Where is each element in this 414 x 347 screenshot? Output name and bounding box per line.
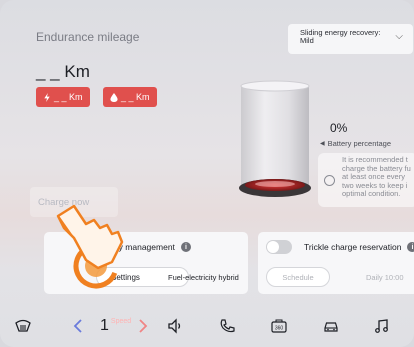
speed-decrease-button[interactable]: [70, 316, 88, 336]
app-screen: Endurance mileage _ _ Km _ _ Km _ _ Km S…: [0, 0, 414, 347]
info-icon[interactable]: i: [180, 242, 191, 252]
caret-left-icon: ◀: [320, 141, 325, 147]
speaker-icon: [168, 318, 181, 334]
heart-icon: [324, 175, 335, 186]
electric-range-label: _ _ Km: [54, 92, 83, 102]
fuel-range-badge: _ _ Km: [103, 87, 157, 107]
schedule-time: Daily 10:00: [366, 273, 404, 282]
tip-line: optimal condition.: [342, 189, 401, 198]
svg-text:360: 360: [275, 326, 284, 332]
info-icon[interactable]: i: [407, 242, 414, 252]
bottom-nav-bar: 1 Speed 360: [0, 304, 414, 347]
volume-button[interactable]: [166, 316, 184, 336]
battery-percent-caption: ◀ Battery percentage: [320, 139, 391, 148]
phone-icon: [220, 319, 235, 333]
fuel-range-label: _ _ Km: [121, 92, 150, 102]
chevron-right-icon: [139, 319, 148, 333]
mileage-value: _ _ Km: [36, 62, 90, 81]
fuel-drop-icon: [110, 92, 118, 102]
speed-increase-button[interactable]: [134, 316, 152, 336]
battery-percent-label: Battery percentage: [327, 139, 391, 148]
trickle-charge-title-row: Trickle charge reservation i: [304, 242, 414, 252]
defrost-button[interactable]: [14, 316, 32, 336]
phone-button[interactable]: [218, 316, 236, 336]
camera-360-icon: 360: [271, 319, 287, 333]
energy-recovery-dropdown[interactable]: Sliding energy recovery: Mild ⌵: [288, 24, 413, 54]
camera-360-button[interactable]: 360: [270, 316, 288, 336]
music-note-icon: [375, 319, 388, 333]
speed-label: Speed: [110, 317, 132, 325]
tap-gesture-hand-icon: [56, 204, 124, 289]
battery-percent: 0%: [330, 121, 348, 135]
schedule-button[interactable]: Schedule: [266, 267, 330, 287]
trickle-charge-title: Trickle charge reservation: [304, 242, 402, 252]
car-icon: [324, 322, 338, 332]
chevron-left-icon: [73, 319, 82, 333]
trickle-charge-toggle[interactable]: [266, 240, 292, 254]
battery-cylinder-graphic: [239, 80, 311, 197]
chevron-down-icon: ⌵: [395, 31, 403, 42]
music-button[interactable]: [372, 316, 390, 336]
battery-tip: It is recommended t charge the battery f…: [318, 153, 414, 207]
electric-range-badge: _ _ Km: [36, 87, 90, 107]
vehicle-button[interactable]: [322, 316, 340, 336]
trickle-charge-card: Trickle charge reservation i Schedule Da…: [258, 232, 414, 294]
lightning-icon: [44, 92, 50, 102]
fan-speed-display: 1 Speed: [100, 316, 131, 336]
speed-value: 1: [100, 317, 109, 334]
energy-mode-value: Fuel-electricity hybrid: [168, 273, 239, 282]
rear-defrost-icon: [15, 319, 31, 332]
page-title: Endurance mileage: [36, 30, 140, 44]
